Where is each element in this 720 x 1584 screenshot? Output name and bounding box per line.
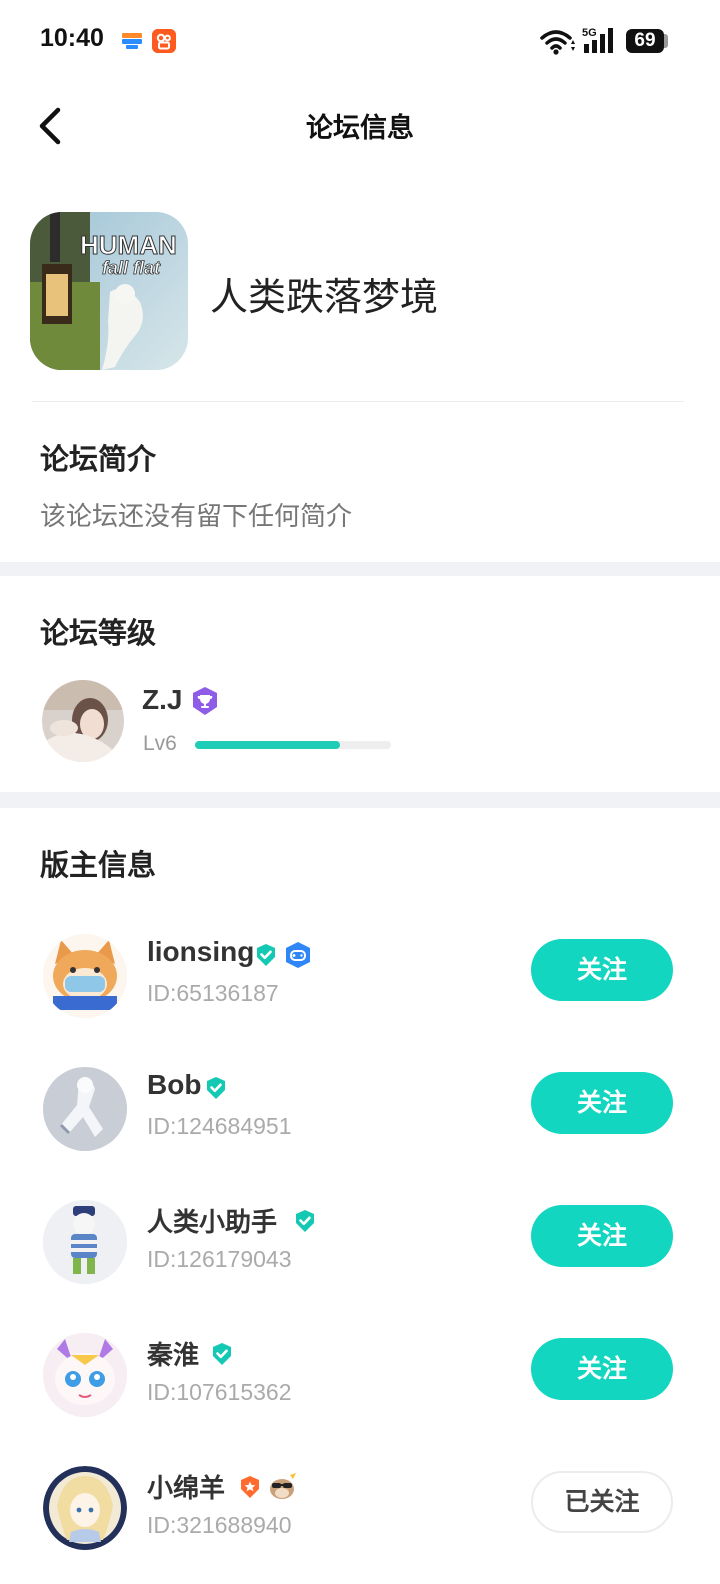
kwai-app-icon — [152, 29, 176, 53]
avatar[interactable] — [42, 680, 124, 762]
avatar[interactable] — [43, 1333, 127, 1417]
avatar[interactable] — [43, 1200, 127, 1284]
section-separator — [0, 792, 720, 808]
verified-icon — [213, 1343, 231, 1365]
battery-icon: 69 — [626, 29, 664, 53]
moderator-badges — [254, 940, 312, 970]
cover-subtitle-text: fall flat — [102, 258, 161, 278]
follow-button[interactable]: 关注 — [531, 1072, 673, 1134]
verified-icon — [257, 944, 275, 966]
moderator-name: lionsing — [147, 936, 255, 967]
list-item[interactable]: Bob ID:124684951 关注 — [0, 1063, 720, 1153]
moderator-badges — [238, 1472, 298, 1502]
followed-button[interactable]: 已关注 — [531, 1471, 673, 1533]
wallet-app-icon — [122, 30, 142, 52]
forum-cover-image: HUMAN fall flat — [30, 212, 188, 370]
5g-signal-icon: 5G — [582, 26, 618, 56]
level-progress-bar — [195, 741, 391, 749]
forum-name: 人类跌落梦境 — [210, 275, 439, 319]
page-title: 论坛信息 — [306, 113, 414, 144]
battery-tip — [664, 34, 668, 48]
follow-button[interactable]: 关注 — [531, 1338, 673, 1400]
status-time: 10:40 — [40, 24, 104, 52]
list-item[interactable]: lionsing ID:65136187 关注 — [0, 930, 720, 1020]
game-controller-icon — [286, 942, 310, 968]
moderator-id: ID:65136187 — [147, 980, 279, 1006]
level-section-title: 论坛等级 — [40, 616, 157, 650]
divider — [32, 401, 684, 402]
verified-icon — [296, 1210, 314, 1232]
moderator-id: ID:321688940 — [147, 1512, 292, 1538]
wifi-icon — [540, 28, 576, 56]
moderator-badges — [210, 1339, 234, 1369]
intro-text: 该论坛还没有留下任何简介 — [40, 502, 353, 532]
orange-star-icon — [241, 1476, 259, 1498]
level-user-name: Z.J — [142, 684, 183, 715]
follow-button[interactable]: 关注 — [531, 1205, 673, 1267]
avatar[interactable] — [43, 1067, 127, 1151]
level-progress-fill — [195, 741, 341, 749]
avatar[interactable] — [43, 1466, 127, 1550]
list-item[interactable]: 人类小助手 ID:126179043 关注 — [0, 1196, 720, 1286]
section-separator — [0, 562, 720, 576]
level-label: Lv6 — [143, 732, 177, 755]
cover-title-text: HUMAN — [80, 230, 177, 260]
svg-text:5G: 5G — [582, 27, 597, 39]
intro-section-title: 论坛简介 — [40, 442, 157, 476]
moderator-id: ID:107615362 — [147, 1379, 292, 1405]
moderator-name: 小绵羊 — [147, 1474, 226, 1504]
verified-icon — [207, 1077, 225, 1099]
list-item[interactable]: 秦淮 ID:107615362 关注 — [0, 1329, 720, 1419]
moderator-badges — [204, 1073, 228, 1103]
moderator-id: ID:124684951 — [147, 1113, 292, 1139]
moderator-name: Bob — [147, 1069, 202, 1100]
moderator-id: ID:126179043 — [147, 1246, 292, 1272]
list-item[interactable]: 小绵羊 ID:321688940 已关注 — [0, 1462, 720, 1552]
follow-button[interactable]: 关注 — [531, 939, 673, 1001]
status-bar: 10:40 5G 69 — [0, 0, 720, 84]
moderator-name: 秦淮 — [147, 1341, 200, 1371]
moderator-badges — [293, 1206, 317, 1236]
moderators-section-title: 版主信息 — [40, 848, 157, 882]
trophy-icon — [190, 686, 220, 716]
avatar[interactable] — [43, 934, 127, 1018]
moderator-name: 人类小助手 — [147, 1208, 278, 1238]
sunglasses-emoji-icon — [270, 1473, 296, 1499]
